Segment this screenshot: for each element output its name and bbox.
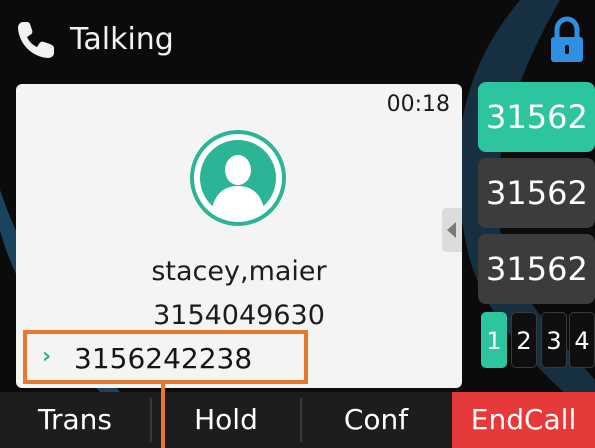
page-button-3[interactable]: 3 [541,312,567,368]
softkey-bar: Trans Hold Conf EndCall [0,392,595,448]
phone-screen: Talking 00:18 stacey,maier 3154049630 › … [0,0,595,448]
status-bar: Talking [0,0,595,78]
chevron-left-icon [447,222,456,238]
transfer-button[interactable]: Trans [0,392,150,448]
line-key-2[interactable]: 31562 [478,158,595,228]
end-call-button[interactable]: EndCall [452,392,595,448]
annotation-connector-line [161,384,165,448]
page-button-4[interactable]: 4 [569,312,595,368]
lock-icon [551,16,583,62]
avatar-icon [190,130,286,226]
line-key-1[interactable]: 31562 [478,82,595,152]
phone-icon [18,22,54,58]
line-key-3[interactable]: 31562 [478,234,595,304]
contact-name: stacey,maier [151,256,327,287]
page-button-1[interactable]: 1 [481,312,507,368]
conference-button[interactable]: Conf [302,392,450,448]
contact-number: 3154049630 [153,300,325,331]
page-button-2[interactable]: 2 [511,312,537,368]
panel-collapse-tab[interactable] [442,208,462,252]
annotation-highlight-box [23,330,308,384]
hold-button[interactable]: Hold [152,392,300,448]
call-duration: 00:18 [386,92,450,117]
call-status-title: Talking [70,22,174,57]
